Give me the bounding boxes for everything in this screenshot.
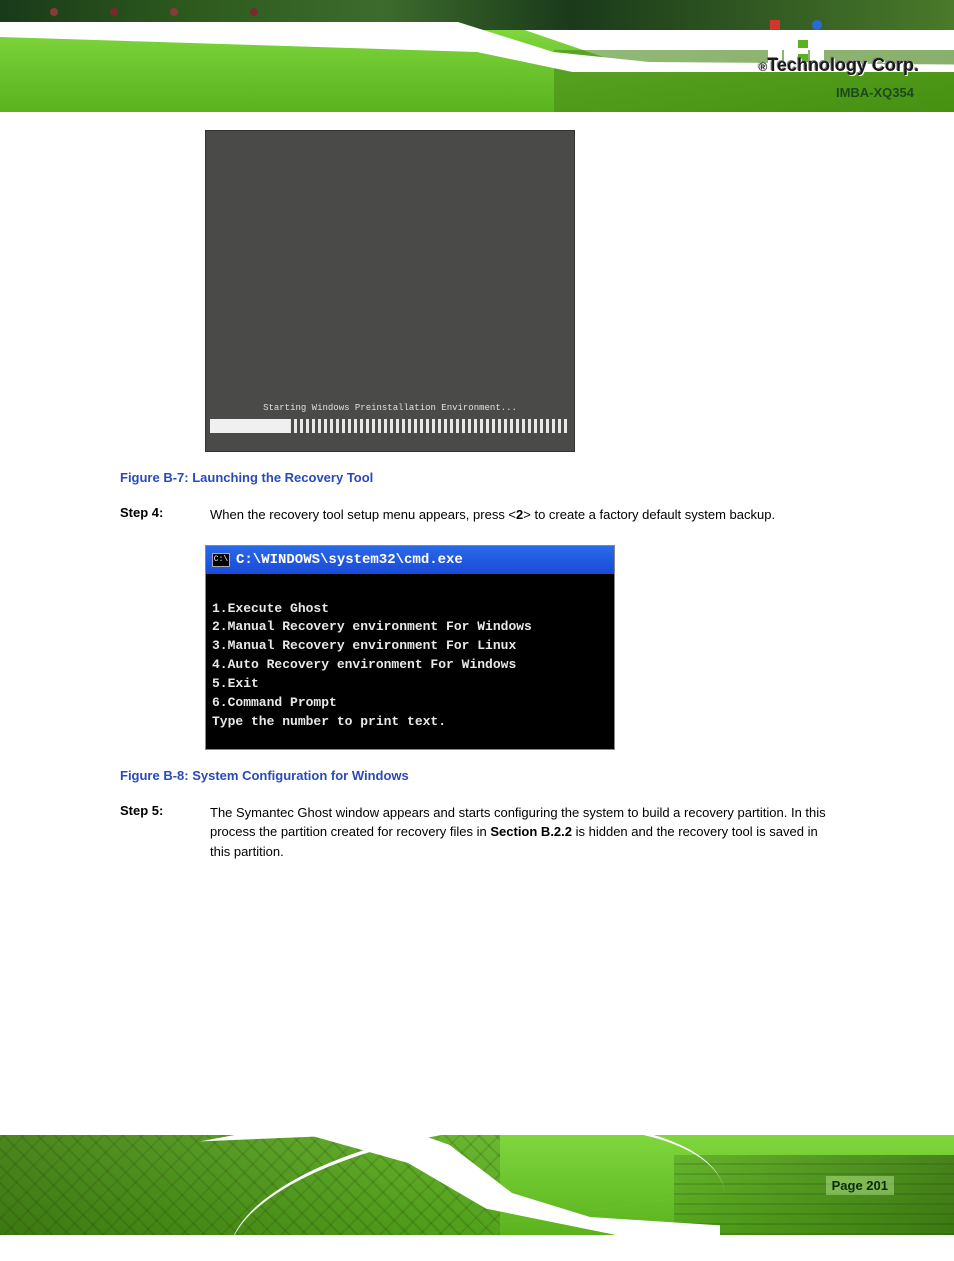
step-5-ref: Section B.2.2 xyxy=(490,824,572,839)
cmd-line: 4.Auto Recovery environment For Windows xyxy=(212,656,608,675)
cmd-line: 6.Command Prompt xyxy=(212,694,608,713)
step-4-text-a: When the recovery tool setup menu appear… xyxy=(210,507,516,522)
header-band: ®Technology Corp. IMBA-XQ354 xyxy=(0,0,954,112)
cmd-line: 5.Exit xyxy=(212,675,608,694)
boot-loading-text: Starting Windows Preinstallation Environ… xyxy=(206,403,574,413)
doc-title: IMBA-XQ354 xyxy=(836,85,914,100)
cmd-line: Type the number to print text. xyxy=(212,713,608,732)
cmd-icon: C:\ xyxy=(212,553,230,567)
step-4-body: When the recovery tool setup menu appear… xyxy=(210,505,840,525)
cmd-line: 1.Execute Ghost xyxy=(212,600,608,619)
registered-mark: ® xyxy=(758,60,767,74)
step-4-number: Step 4: xyxy=(120,505,180,525)
step-4: Step 4: When the recovery tool setup men… xyxy=(120,505,840,525)
figure-boot-screenshot: Starting Windows Preinstallation Environ… xyxy=(205,130,575,452)
page-number: Page 201 xyxy=(826,1176,894,1195)
figure-7-caption: Figure B-7: Launching the Recovery Tool xyxy=(120,470,840,485)
step-5-number: Step 5: xyxy=(120,803,180,862)
boot-progress-bar xyxy=(210,419,570,433)
figure-cmd-screenshot: C:\ C:\WINDOWS\system32\cmd.exe 1.Execut… xyxy=(205,545,615,750)
cmd-line: 2.Manual Recovery environment For Window… xyxy=(212,618,608,637)
cmd-body: 1.Execute Ghost 2.Manual Recovery enviro… xyxy=(206,574,614,740)
cmd-titlebar: C:\ C:\WINDOWS\system32\cmd.exe xyxy=(206,546,614,574)
cmd-title-text: C:\WINDOWS\system32\cmd.exe xyxy=(236,552,463,568)
brand-name: Technology Corp. xyxy=(767,55,919,75)
footer-circuit-right xyxy=(674,1155,954,1235)
step-4-text-b: > to create a factory default system bac… xyxy=(523,507,775,522)
figure-8-caption: Figure B-8: System Configuration for Win… xyxy=(120,768,840,783)
cmd-line: 3.Manual Recovery environment For Linux xyxy=(212,637,608,656)
footer-band: Page 201 xyxy=(0,1115,954,1235)
step-5: Step 5: The Symantec Ghost window appear… xyxy=(120,803,840,862)
brand-text: ®Technology Corp. xyxy=(758,55,919,76)
step-5-body: The Symantec Ghost window appears and st… xyxy=(210,803,840,862)
main-content: Starting Windows Preinstallation Environ… xyxy=(120,130,840,861)
